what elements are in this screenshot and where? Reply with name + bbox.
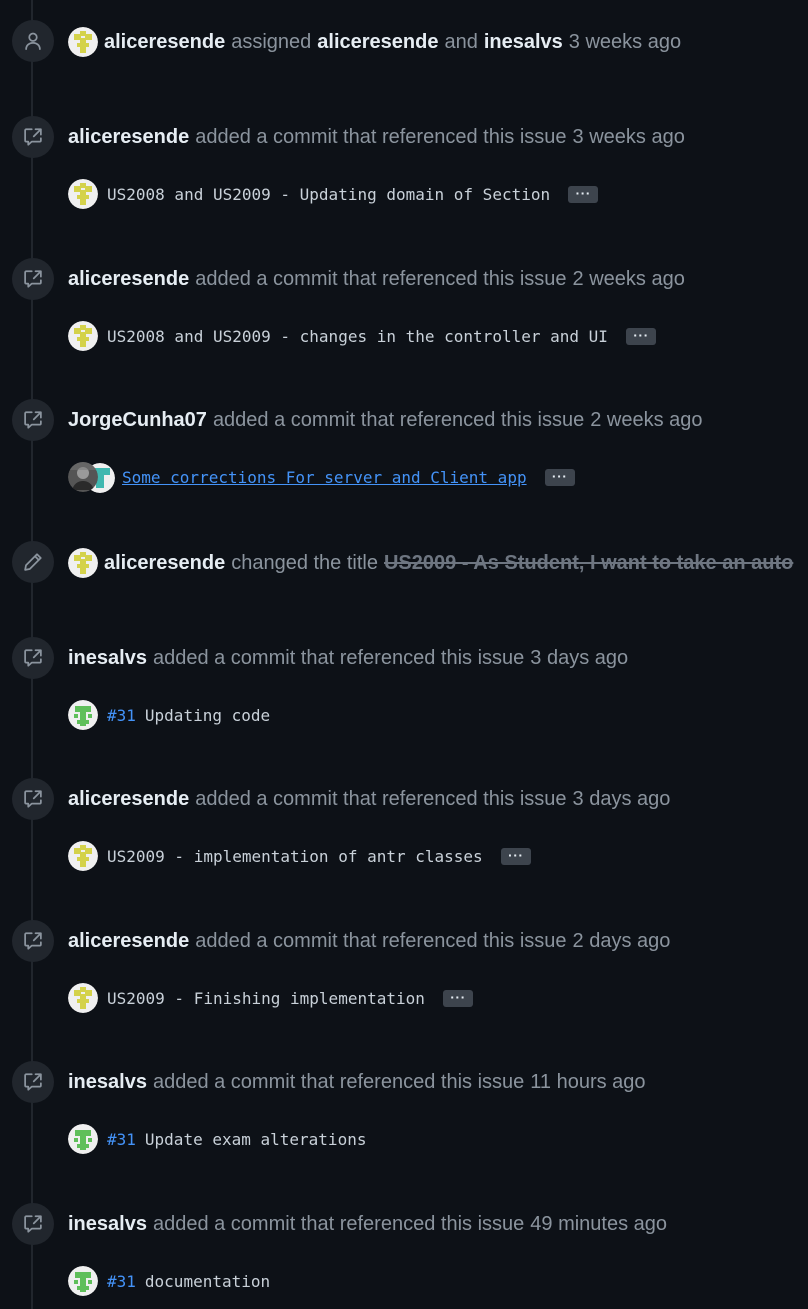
commit-message[interactable]: Updating code [145, 706, 270, 725]
commit-message[interactable]: US2009 - implementation of antr classes [107, 847, 483, 866]
cross-reference-badge [12, 1061, 54, 1103]
commit-row: #31 documentation [68, 1266, 270, 1296]
expand-commit-button[interactable]: ··· [442, 989, 473, 1007]
cross-reference-badge [12, 116, 54, 158]
timestamp-link[interactable]: 2 days ago [573, 927, 671, 955]
actor-link[interactable]: aliceresende [68, 265, 189, 293]
event-verb: changed the title [231, 552, 378, 574]
person-icon [23, 31, 43, 51]
timestamp-link[interactable]: 2 weeks ago [573, 265, 685, 293]
commit-row: US2009 - implementation of antr classes … [68, 841, 531, 871]
assignee-link[interactable]: aliceresende [317, 28, 438, 56]
cross-reference-icon [23, 269, 43, 289]
actor-link[interactable]: aliceresende [104, 28, 225, 56]
cross-reference-icon [23, 931, 43, 951]
cross-reference-badge [12, 637, 54, 679]
issue-reference-link[interactable]: #31 [107, 706, 136, 725]
commit-message[interactable]: US2008 and US2009 - changes in the contr… [107, 327, 608, 346]
actor-link[interactable]: JorgeCunha07 [68, 406, 207, 434]
commit-row: Some corrections For server and Client a… [68, 462, 575, 494]
event-headline: aliceresende added a commit that referen… [68, 265, 685, 293]
cross-reference-badge [12, 920, 54, 962]
avatar[interactable] [68, 321, 98, 351]
cross-reference-icon [23, 1072, 43, 1092]
event-verb: assigned [231, 31, 312, 53]
actor-link[interactable]: inesalvs [68, 1210, 147, 1238]
avatar[interactable] [68, 462, 98, 492]
avatar[interactable] [68, 983, 98, 1013]
event-headline: inesalvs added a commit that referenced … [68, 644, 628, 672]
cross-reference-icon [23, 648, 43, 668]
avatar[interactable] [68, 841, 98, 871]
avatar[interactable] [68, 548, 98, 578]
assigned-badge [12, 20, 54, 62]
event-verb: added a commit that referenced this issu… [212, 409, 585, 431]
avatar[interactable] [68, 700, 98, 730]
commit-row: US2008 and US2009 - Updating domain of S… [68, 179, 599, 209]
avatar[interactable] [68, 1124, 98, 1154]
issue-timeline: aliceresende assigned aliceresende and i… [0, 0, 808, 1309]
actor-link[interactable]: aliceresende [68, 785, 189, 813]
event-headline: aliceresende added a commit that referen… [68, 785, 670, 813]
cross-reference-icon [23, 410, 43, 430]
expand-commit-button[interactable]: ··· [568, 185, 599, 203]
commit-message-link[interactable]: Some corrections For server and Client a… [122, 468, 527, 487]
pencil-icon [23, 552, 43, 572]
timestamp-link[interactable]: 3 days ago [530, 644, 628, 672]
event-verb: added a commit that referenced this issu… [195, 930, 567, 952]
actor-link[interactable]: aliceresende [68, 123, 189, 151]
expand-commit-button[interactable]: ··· [544, 468, 575, 486]
expand-commit-button[interactable]: ··· [625, 327, 656, 345]
cross-reference-badge [12, 1203, 54, 1245]
avatar[interactable] [68, 1266, 98, 1296]
commit-message[interactable]: Update exam alterations [145, 1130, 367, 1149]
issue-reference-link[interactable]: #31 [107, 1130, 136, 1149]
avatar[interactable] [68, 27, 98, 57]
commit-row: US2008 and US2009 - changes in the contr… [68, 321, 656, 351]
conjunction: and [444, 31, 478, 53]
commit-row: #31 Updating code [68, 700, 270, 730]
event-headline: aliceresende assigned aliceresende and i… [68, 27, 681, 57]
co-author-avatars [68, 462, 116, 494]
timestamp-link[interactable]: 2 weeks ago [590, 406, 702, 434]
timestamp-link[interactable]: 3 days ago [573, 785, 671, 813]
commit-message[interactable]: documentation [145, 1272, 270, 1291]
actor-link[interactable]: inesalvs [68, 1068, 147, 1096]
issue-reference-link[interactable]: #31 [107, 1272, 136, 1291]
assignee-link[interactable]: inesalvs [484, 28, 563, 56]
event-headline: aliceresende changed the title US2009 - … [68, 548, 793, 578]
commit-message[interactable]: US2009 - Finishing implementation [107, 989, 425, 1008]
event-verb: added a commit that referenced this issu… [152, 1071, 525, 1093]
event-headline: JorgeCunha07 added a commit that referen… [68, 406, 703, 434]
event-verb: added a commit that referenced this issu… [195, 126, 567, 148]
actor-link[interactable]: aliceresende [68, 927, 189, 955]
event-verb: added a commit that referenced this issu… [195, 788, 567, 810]
cross-reference-icon [23, 1214, 43, 1234]
commit-message[interactable]: US2008 and US2009 - Updating domain of S… [107, 185, 550, 204]
cross-reference-badge [12, 778, 54, 820]
event-verb: added a commit that referenced this issu… [195, 268, 567, 290]
event-verb: added a commit that referenced this issu… [152, 647, 525, 669]
rename-badge [12, 541, 54, 583]
event-headline: inesalvs added a commit that referenced … [68, 1068, 646, 1096]
timestamp-link[interactable]: 49 minutes ago [530, 1210, 667, 1238]
cross-reference-icon [23, 127, 43, 147]
commit-row: US2009 - Finishing implementation ··· [68, 983, 473, 1013]
event-headline: inesalvs added a commit that referenced … [68, 1210, 667, 1238]
cross-reference-badge [12, 399, 54, 441]
expand-commit-button[interactable]: ··· [500, 847, 531, 865]
actor-link[interactable]: aliceresende [104, 549, 225, 577]
cross-reference-icon [23, 789, 43, 809]
actor-link[interactable]: inesalvs [68, 644, 147, 672]
timestamp-link[interactable]: 11 hours ago [530, 1068, 645, 1096]
avatar[interactable] [68, 179, 98, 209]
old-title: US2009 - As Student, I want to take an a… [383, 552, 794, 574]
event-headline: aliceresende added a commit that referen… [68, 927, 670, 955]
cross-reference-badge [12, 258, 54, 300]
event-headline: aliceresende added a commit that referen… [68, 123, 685, 151]
timestamp-link[interactable]: 3 weeks ago [569, 28, 681, 56]
timestamp-link[interactable]: 3 weeks ago [573, 123, 685, 151]
commit-row: #31 Update exam alterations [68, 1124, 366, 1154]
event-verb: added a commit that referenced this issu… [152, 1213, 525, 1235]
